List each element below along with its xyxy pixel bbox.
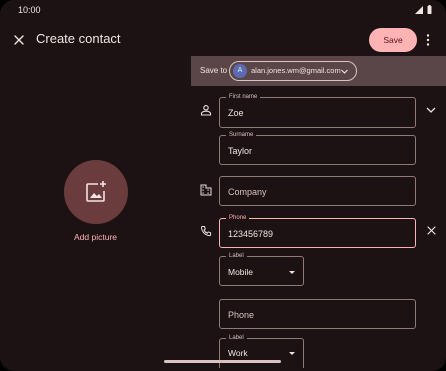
phone-label: Phone — [226, 214, 250, 223]
first-name-label: First name — [226, 93, 261, 102]
gesture-nav-handle[interactable] — [164, 360, 281, 363]
screen: 10:00 Create contact Save Add picture Sa… — [0, 0, 446, 371]
account-avatar: A — [233, 64, 247, 78]
close-button[interactable] — [10, 31, 28, 49]
surname-value: Taylor — [228, 146, 253, 156]
chevron-down-icon — [341, 69, 348, 74]
phone-field[interactable]: Phone 123456789 — [219, 214, 416, 248]
app-bar: Create contact Save — [0, 24, 446, 56]
picture-pane: Add picture — [0, 56, 191, 371]
phone2-placeholder: Phone — [228, 310, 255, 320]
phone2-type-label: Label — [226, 334, 247, 343]
surname-field[interactable]: Surname Taylor — [219, 131, 416, 165]
phone-value: 123456789 — [228, 229, 274, 239]
save-button[interactable]: Save — [369, 28, 417, 52]
more-vert-icon — [426, 34, 430, 46]
dropdown-arrow-icon — [289, 271, 295, 274]
account-email: alan.jones.wm@gmail.com — [251, 66, 341, 75]
status-icons — [415, 5, 432, 14]
phone2-type-value: Work — [228, 348, 248, 358]
add-picture-label[interactable]: Add picture — [0, 232, 191, 242]
expand-name-button[interactable] — [425, 104, 437, 116]
surname-label: Surname — [226, 131, 257, 140]
account-selector[interactable]: A alan.jones.wm@gmail.com — [229, 61, 357, 81]
phone2-type-select[interactable]: Label Work — [219, 334, 304, 368]
phone-type-select[interactable]: Label Mobile — [219, 252, 304, 286]
save-to-bar: Save to A alan.jones.wm@gmail.com — [191, 56, 446, 86]
status-time: 10:00 — [18, 5, 41, 15]
phone-type-value: Mobile — [228, 267, 254, 277]
clear-phone-button[interactable] — [426, 225, 437, 236]
signal-icon — [415, 5, 423, 14]
close-icon — [14, 35, 24, 45]
status-bar: 10:00 — [0, 0, 446, 22]
more-options-button[interactable] — [423, 33, 433, 47]
add-picture-button[interactable] — [64, 160, 128, 224]
save-to-label: Save to — [200, 66, 228, 75]
form-pane: Save to A alan.jones.wm@gmail.com First … — [191, 56, 446, 371]
first-name-value: Zoe — [228, 108, 244, 118]
phone-type-label: Label — [226, 252, 247, 261]
dropdown-arrow-icon — [289, 352, 295, 355]
company-placeholder: Company — [228, 187, 267, 197]
battery-icon — [427, 5, 432, 14]
first-name-field[interactable]: First name Zoe — [219, 93, 416, 128]
add-photo-icon — [86, 181, 106, 202]
company-field[interactable]: Company — [219, 176, 416, 206]
business-icon — [200, 184, 212, 196]
phone-icon — [200, 226, 212, 237]
person-icon — [200, 105, 212, 116]
phone2-field[interactable]: Phone — [219, 299, 416, 329]
page-title: Create contact — [36, 31, 121, 46]
